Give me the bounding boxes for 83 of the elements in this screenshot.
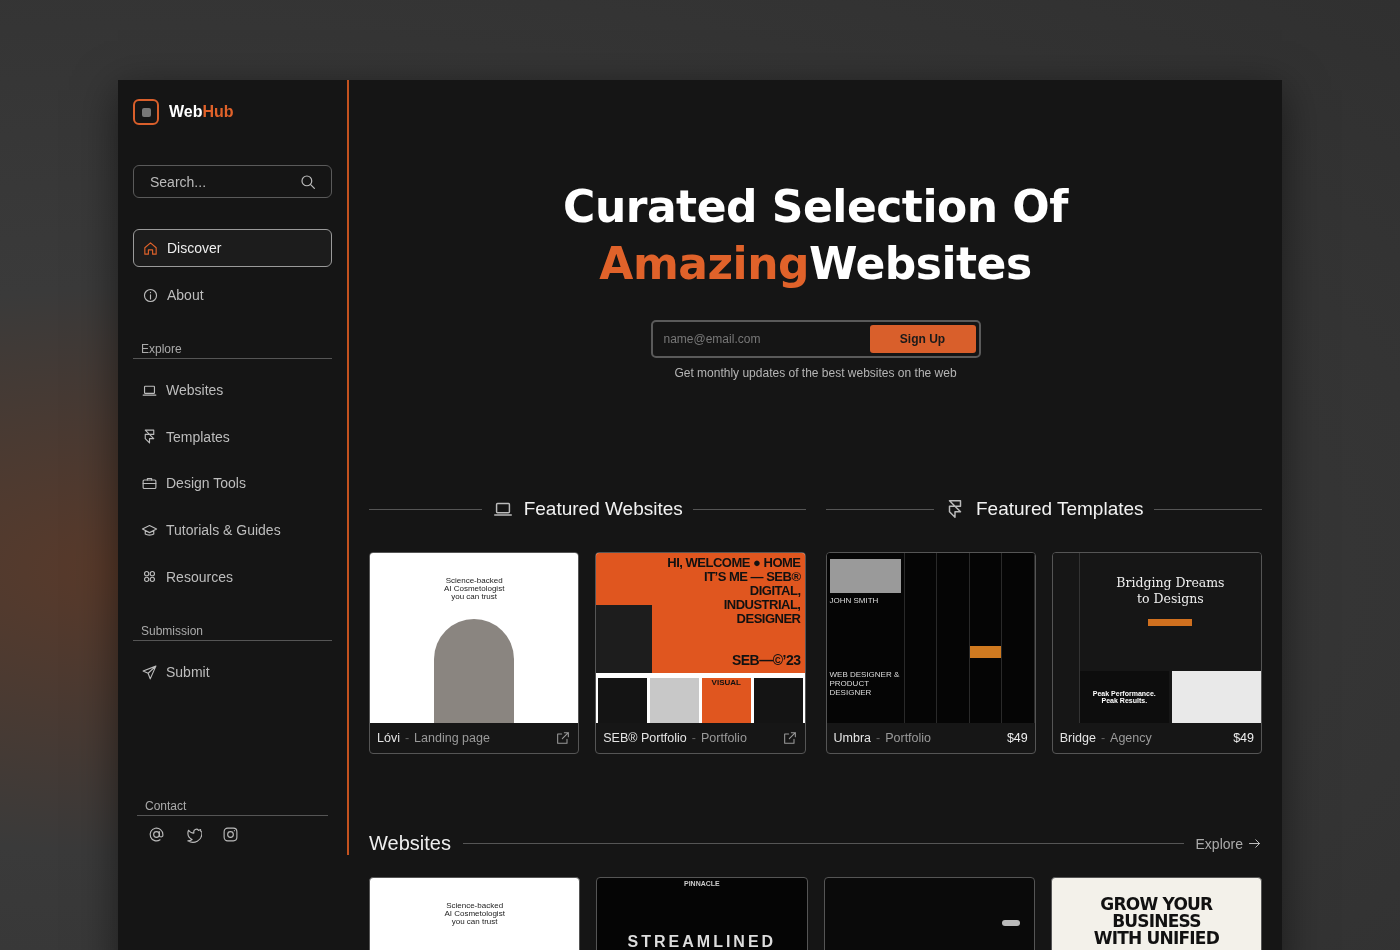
preview-text: WEB DESIGNER & PRODUCT DESIGNER bbox=[829, 670, 901, 697]
photo-placeholder bbox=[598, 678, 648, 723]
preview-button-drawing bbox=[1001, 920, 1020, 926]
preview-headline: GROW YOUR bbox=[1100, 896, 1213, 913]
preview-headline: HI, WELCOME ● HOME bbox=[667, 556, 801, 570]
home-icon bbox=[142, 239, 159, 257]
search-input[interactable]: Search... bbox=[148, 172, 299, 191]
email-field[interactable]: name@email.com bbox=[655, 325, 867, 353]
email-icon[interactable] bbox=[148, 826, 165, 843]
site-category: Portfolio bbox=[885, 731, 933, 745]
preview-headline: WITH UNIFIED bbox=[1093, 930, 1219, 947]
email-signup-field[interactable]: name@email.com Sign Up bbox=[650, 320, 981, 358]
photo-placeholder bbox=[753, 678, 803, 723]
nav-item[interactable]: Discover bbox=[133, 229, 332, 267]
hero-heading: Curated Selection Of AmazingWebsites bbox=[563, 180, 1068, 291]
sidebar-item[interactable]: Websites bbox=[133, 367, 332, 414]
preview-headline: DIGITAL, bbox=[749, 584, 801, 598]
preview-headline: Science-backed bbox=[445, 577, 503, 585]
preview-headline: IT’S ME — SEB® bbox=[704, 570, 801, 584]
section-label: Contact bbox=[137, 799, 328, 816]
photo-placeholder bbox=[596, 605, 653, 673]
external-link-icon[interactable] bbox=[781, 730, 798, 746]
section-label: Submission bbox=[133, 623, 332, 641]
briefcase-icon bbox=[141, 475, 158, 492]
preview-headline: you can trust bbox=[451, 593, 498, 601]
preview-headline: INDUSTRIAL, bbox=[723, 598, 801, 612]
twitter-icon[interactable] bbox=[185, 826, 202, 843]
search-icon bbox=[299, 172, 317, 191]
preview-button-drawing bbox=[1148, 619, 1193, 626]
site-category: Landing page bbox=[414, 731, 491, 745]
price: $49 bbox=[1006, 731, 1028, 745]
explore-link[interactable]: Explore bbox=[1195, 835, 1262, 852]
arrow-right-icon bbox=[1247, 836, 1262, 851]
signup-caption: Get monthly updates of the best websites on the web bbox=[674, 366, 957, 380]
instagram-icon[interactable] bbox=[222, 826, 239, 843]
price: $49 bbox=[1233, 731, 1254, 745]
separator-dash: - bbox=[1100, 731, 1106, 745]
separator-dash: - bbox=[404, 731, 410, 745]
section-label: Explore bbox=[133, 342, 332, 359]
search-field[interactable]: Search... bbox=[133, 165, 332, 198]
preview-headline: Science-backed bbox=[446, 902, 504, 910]
poster-thumbnail: VISUAL bbox=[701, 678, 751, 723]
sidebar-item[interactable]: Submit bbox=[133, 648, 332, 696]
site-card[interactable]: HI, WELCOME ● HOME IT’S ME — SEB® DIGITAL, INDUSTRIAL, DESIGNER SEB—©’23 VISUAL SEB® Portfolio - Portfolio bbox=[595, 552, 806, 754]
preview-headline: to Designs bbox=[1136, 591, 1204, 607]
send-icon bbox=[141, 663, 158, 681]
info-icon bbox=[142, 286, 159, 304]
site-preview[interactable] bbox=[823, 877, 1035, 950]
sidebar-item[interactable]: Design Tools bbox=[133, 460, 332, 507]
preview-text: JOHN SMITH bbox=[829, 596, 880, 605]
separator-dash: - bbox=[876, 731, 881, 745]
sidebar-item[interactable]: Templates bbox=[133, 413, 332, 461]
preview-headline: DESIGNER bbox=[736, 612, 801, 626]
brand-name[interactable]: WebHub bbox=[169, 103, 234, 121]
preview-headline: Bridging Dreams bbox=[1116, 575, 1225, 591]
preview-headline: you can trust bbox=[451, 918, 498, 926]
preview-headline: SEB—©’23 bbox=[731, 653, 801, 667]
separator-dash: - bbox=[691, 731, 696, 745]
preview-headline: AI Cosmetologist bbox=[444, 910, 505, 918]
site-category: Portfolio bbox=[701, 731, 748, 745]
site-card[interactable]: Science-backed AI Cosmetologist you can trust Lóvi - Landing page bbox=[369, 552, 580, 754]
sign-up-button[interactable]: Sign Up bbox=[869, 325, 976, 353]
sidebar-item[interactable]: Resources bbox=[133, 553, 332, 600]
nav-item[interactable]: About bbox=[133, 276, 332, 314]
preview-headline: STREAMLINED bbox=[627, 933, 777, 950]
preview-headline: BUSINESS bbox=[1112, 913, 1201, 930]
site-card[interactable]: JOHN SMITH WEB DESIGNER & PRODUCT DESIGNER Umbra - Portfolio $49 bbox=[825, 552, 1036, 754]
site-preview[interactable]: GROW YOUR BUSINESS WITH UNIFIED bbox=[1050, 877, 1262, 950]
sidebar-item[interactable]: Tutorials & Guides bbox=[133, 506, 332, 554]
section-heading: Websites bbox=[369, 832, 451, 855]
site-name: Lóvi bbox=[377, 731, 400, 745]
preview-headline: AI Cosmetologist bbox=[443, 585, 505, 593]
site-name: Bridge bbox=[1059, 731, 1096, 745]
site-name: Umbra bbox=[833, 731, 871, 745]
photo-placeholder bbox=[650, 678, 699, 723]
section-heading: Featured Websites bbox=[523, 498, 683, 520]
section-heading: Featured Templates bbox=[975, 498, 1144, 520]
logo-icon bbox=[133, 99, 159, 125]
photo-placeholder bbox=[829, 559, 901, 593]
site-category: Agency bbox=[1110, 731, 1153, 745]
external-link-icon[interactable] bbox=[555, 730, 572, 746]
site-preview[interactable]: Science-backed AI Cosmetologist you can trust bbox=[369, 877, 581, 950]
site-name: SEB® Portfolio bbox=[603, 731, 687, 745]
